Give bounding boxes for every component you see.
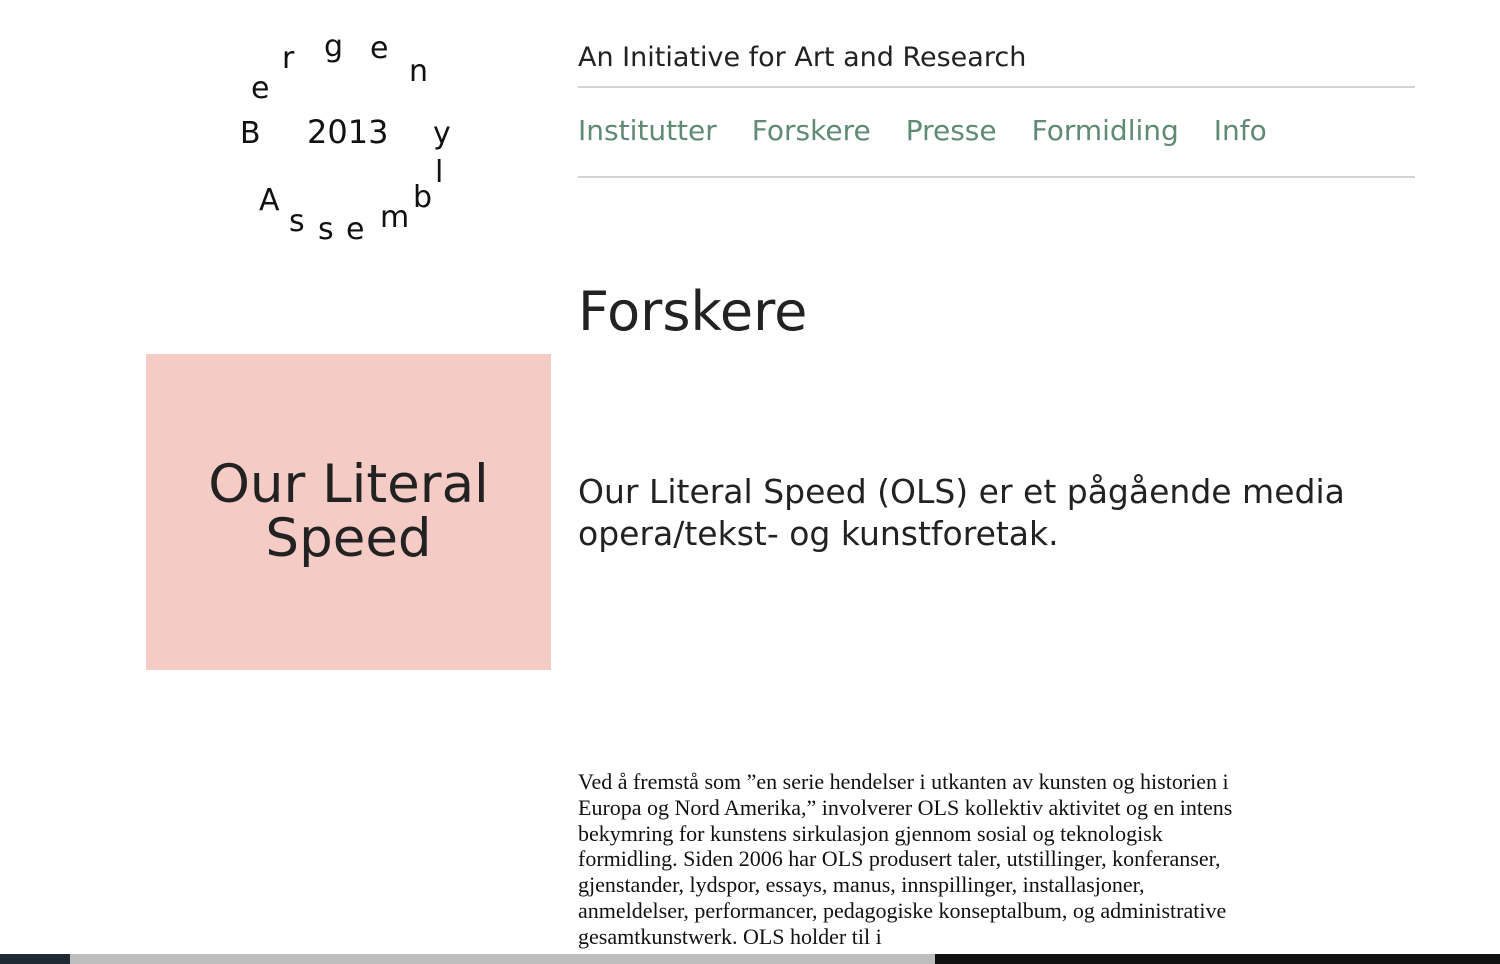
logo-letter: g — [324, 29, 344, 64]
nav-item-formidling[interactable]: Formidling — [1032, 114, 1179, 147]
feature-card: Our Literal Speed — [146, 354, 551, 670]
logo-letter: B — [240, 116, 261, 151]
logo-letter: y — [433, 116, 451, 151]
logo-letter: A — [259, 183, 280, 218]
logo-letter: s — [318, 212, 334, 247]
logo-letter: b — [413, 180, 433, 215]
logo-letter: s — [289, 204, 305, 239]
nav-item-info[interactable]: Info — [1214, 114, 1267, 147]
logo-letter: e — [346, 212, 365, 247]
logo-letter: e — [251, 71, 270, 106]
site-tagline: An Initiative for Art and Research — [578, 42, 1027, 73]
nav-item-forskere[interactable]: Forskere — [752, 114, 871, 147]
nav-item-presse[interactable]: Presse — [906, 114, 997, 147]
feature-title: Our Literal Speed — [208, 454, 489, 569]
taskbar-strip — [0, 954, 1500, 964]
logo-letter: m — [380, 200, 410, 235]
logo-letter: n — [409, 54, 429, 89]
main-nav: Institutter Forskere Presse Formidling I… — [578, 114, 1267, 147]
body-paragraph: Ved å fremstå som ”en serie hendelser i … — [578, 769, 1233, 949]
site-logo[interactable]: e r g e n B 2013 y l A s s e m b — [225, 20, 475, 260]
lead-paragraph: Our Literal Speed (OLS) er et pågående m… — [578, 472, 1345, 553]
logo-year: 2013 — [307, 113, 389, 151]
logo-letter: r — [282, 41, 295, 76]
logo-letter: e — [370, 31, 389, 66]
nav-item-institutter[interactable]: Institutter — [578, 114, 717, 147]
page-title: Forskere — [578, 280, 808, 343]
logo-letter: l — [435, 155, 444, 190]
header-divider — [578, 86, 1415, 88]
nav-divider — [578, 176, 1415, 178]
